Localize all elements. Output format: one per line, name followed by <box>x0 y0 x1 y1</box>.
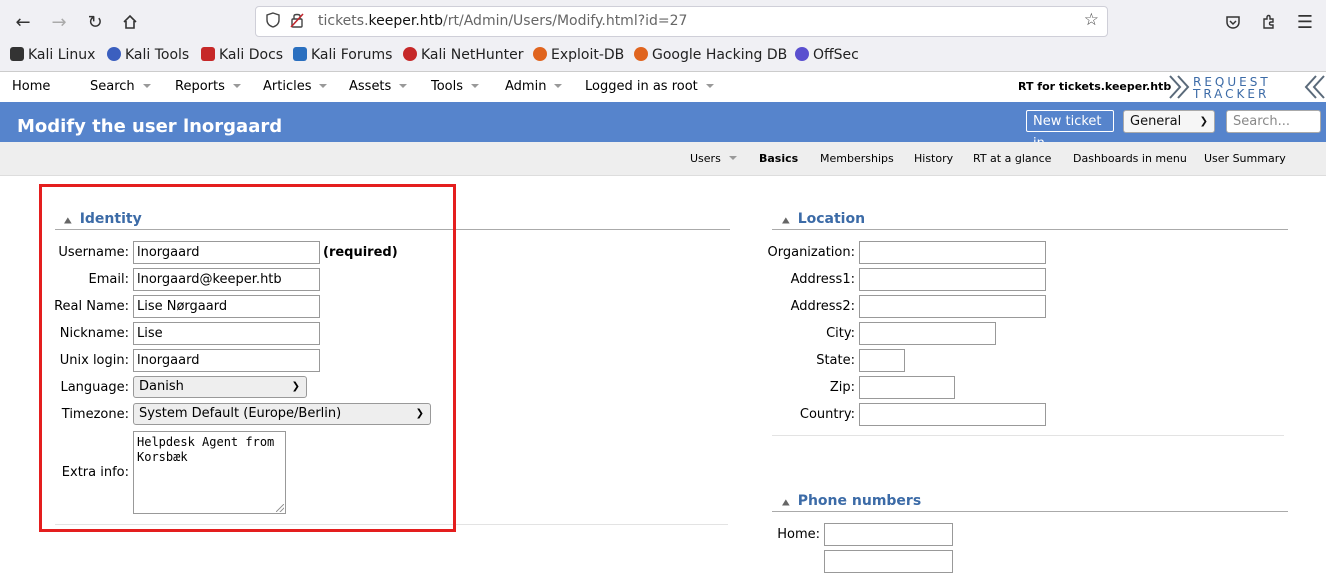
address1-label: Address1: <box>790 272 855 287</box>
offsec-icon <box>795 47 809 61</box>
bookmark-star-icon[interactable]: ☆ <box>1084 10 1099 30</box>
chevron-down-icon <box>471 84 480 88</box>
pocket-icon[interactable] <box>1218 7 1248 37</box>
bookmark-kali-nethunter[interactable]: Kali NetHunter <box>403 47 523 63</box>
home-icon[interactable] <box>115 7 145 37</box>
page-subnav: Users Basics Memberships History RT at a… <box>0 142 1326 176</box>
bookmark-kali-tools[interactable]: Kali Tools <box>107 47 189 63</box>
subnav-users[interactable]: Users <box>690 152 737 165</box>
subnav-rt-at-a-glance[interactable]: RT at a glance <box>973 152 1051 165</box>
subnav-basics[interactable]: Basics <box>759 152 798 165</box>
highlight-annotation-box <box>39 184 456 532</box>
country-field[interactable] <box>859 403 1046 426</box>
url-bar[interactable]: tickets.keeper.htb/rt/Admin/Users/Modify… <box>255 6 1108 37</box>
state-label: State: <box>816 353 855 368</box>
organization-field[interactable] <box>859 241 1046 264</box>
url-text[interactable]: tickets.keeper.htb/rt/Admin/Users/Modify… <box>318 13 687 29</box>
state-field[interactable] <box>859 349 905 372</box>
chevron-down-icon <box>554 84 563 88</box>
country-label: Country: <box>799 407 855 422</box>
chevron-down-icon <box>728 156 737 160</box>
rt-instance-label: RT for tickets.keeper.htb <box>1018 80 1172 93</box>
chevron-down-icon: ❯ <box>1199 116 1208 127</box>
nav-tools[interactable]: Tools <box>431 79 480 94</box>
queue-select[interactable]: General ❯ <box>1123 110 1215 133</box>
subnav-dashboards-in-menu[interactable]: Dashboards in menu <box>1073 152 1187 165</box>
nav-logged-in[interactable]: Logged in as root <box>585 79 714 94</box>
kali-forums-icon <box>293 47 307 61</box>
kali-tools-icon <box>107 47 121 61</box>
google-hacking-db-icon <box>634 47 648 61</box>
exploit-db-icon <box>533 47 547 61</box>
bookmark-kali-docs[interactable]: Kali Docs <box>201 47 283 63</box>
insecure-lock-icon[interactable] <box>290 12 304 32</box>
logo-text-tracker: TRACKER <box>1192 87 1269 100</box>
browser-toolbar: ← → ↻ tickets.keeper.htb/rt/Admin/Users/… <box>0 0 1326 43</box>
bookmarks-bar: Kali Linux Kali Tools Kali Docs Kali For… <box>0 43 1326 72</box>
nav-home[interactable]: Home <box>12 79 50 94</box>
bookmark-google-hacking-db[interactable]: Google Hacking DB <box>634 47 787 63</box>
chevron-down-icon <box>399 84 408 88</box>
nav-articles[interactable]: Articles <box>263 79 328 94</box>
back-icon[interactable]: ← <box>8 7 38 37</box>
home-phone-field[interactable] <box>824 523 953 546</box>
bookmark-offsec[interactable]: OffSec <box>795 47 859 63</box>
location-section-title[interactable]: ▲ Location <box>782 211 865 227</box>
chevron-down-icon <box>232 84 241 88</box>
shield-icon[interactable] <box>266 12 280 32</box>
city-field[interactable] <box>859 322 996 345</box>
zip-field[interactable] <box>859 376 955 399</box>
collapse-icon[interactable]: ▲ <box>782 216 790 225</box>
address2-field[interactable] <box>859 295 1046 318</box>
kali-linux-icon <box>10 47 24 61</box>
rt-main-nav: Home Search Reports Articles Assets Tool… <box>0 72 1326 103</box>
extensions-icon[interactable] <box>1254 7 1284 37</box>
nav-admin[interactable]: Admin <box>505 79 563 94</box>
bookmark-exploit-db[interactable]: Exploit-DB <box>533 47 624 63</box>
city-label: City: <box>826 326 855 341</box>
kali-nethunter-icon <box>403 47 417 61</box>
subnav-history[interactable]: History <box>914 152 953 165</box>
phones-section-title[interactable]: ▲ Phone numbers <box>782 493 921 509</box>
forward-icon[interactable]: → <box>44 7 74 37</box>
reload-icon[interactable]: ↻ <box>80 7 110 37</box>
location-bottom-divider <box>772 435 1284 436</box>
collapse-icon[interactable]: ▲ <box>782 498 790 507</box>
location-divider <box>772 229 1288 230</box>
queue-select-value: General <box>1130 114 1182 129</box>
phones-divider <box>772 511 1288 512</box>
page-title: Modify the user lnorgaard <box>17 116 283 137</box>
subnav-user-summary[interactable]: User Summary <box>1204 152 1286 165</box>
zip-label: Zip: <box>829 380 855 395</box>
nav-reports[interactable]: Reports <box>175 79 241 94</box>
chevron-down-icon <box>319 84 328 88</box>
home-phone-label: Home: <box>777 527 820 542</box>
bookmark-kali-forums[interactable]: Kali Forums <box>293 47 392 63</box>
chevron-down-icon <box>142 84 151 88</box>
bookmark-kali-linux[interactable]: Kali Linux <box>10 47 95 63</box>
nav-assets[interactable]: Assets <box>349 79 408 94</box>
kali-docs-icon <box>201 47 215 61</box>
subnav-memberships[interactable]: Memberships <box>820 152 894 165</box>
page-header: Modify the user lnorgaard New ticket in … <box>0 102 1326 151</box>
new-ticket-button[interactable]: New ticket in <box>1026 110 1114 151</box>
chevron-down-icon <box>705 84 714 88</box>
address2-label: Address2: <box>790 299 855 314</box>
menu-icon[interactable]: ☰ <box>1290 7 1320 37</box>
work-phone-field[interactable] <box>824 550 953 573</box>
nav-search[interactable]: Search <box>90 79 151 94</box>
request-tracker-logo[interactable]: REQUEST TRACKER <box>1168 74 1326 100</box>
address1-field[interactable] <box>859 268 1046 291</box>
organization-label: Organization: <box>767 245 856 260</box>
search-input[interactable]: Search... <box>1226 110 1321 133</box>
